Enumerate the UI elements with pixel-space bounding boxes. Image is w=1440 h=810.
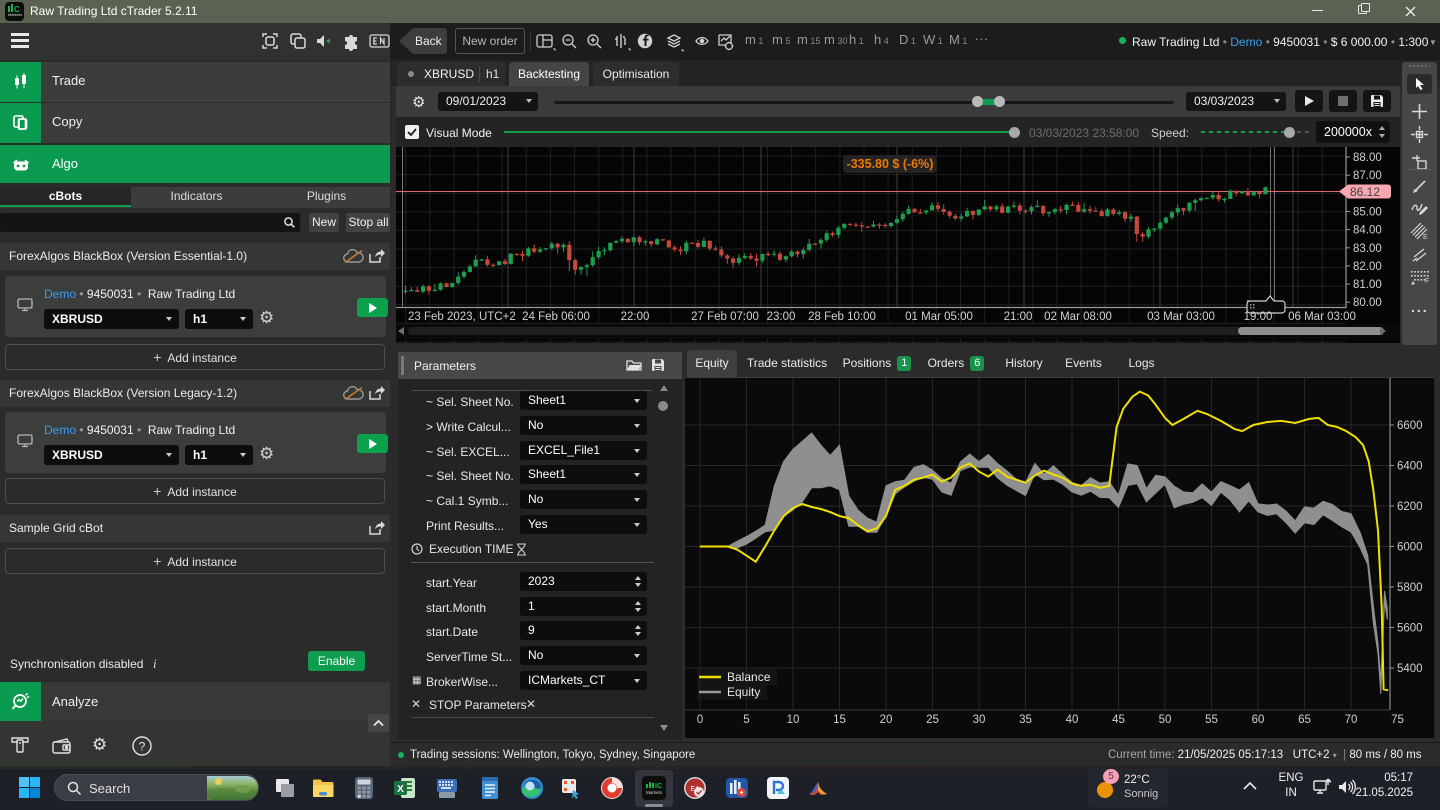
svg-text:30: 30: [973, 714, 986, 726]
svg-text:5600: 5600: [1397, 623, 1423, 635]
svg-text:-335.80 $ (-6%): -335.80 $ (-6%): [847, 157, 934, 171]
svg-text:75: 75: [1391, 714, 1404, 726]
svg-text:50: 50: [1159, 714, 1172, 726]
svg-text:45: 45: [1112, 714, 1125, 726]
svg-text:03 Mar 03:00: 03 Mar 03:00: [1147, 311, 1215, 323]
svg-text:25: 25: [926, 714, 939, 726]
svg-text:19:00: 19:00: [1244, 311, 1273, 323]
svg-text:10: 10: [787, 714, 800, 726]
svg-text:22:00: 22:00: [621, 311, 650, 323]
svg-text:6000: 6000: [1397, 542, 1423, 554]
svg-text:70: 70: [1345, 714, 1358, 726]
svg-text:24 Feb 06:00: 24 Feb 06:00: [522, 311, 590, 323]
svg-text:?: ?: [139, 740, 146, 754]
svg-text:20: 20: [880, 714, 893, 726]
svg-text:85.00: 85.00: [1353, 207, 1382, 219]
svg-text:28 Feb 10:00: 28 Feb 10:00: [808, 311, 876, 323]
svg-text:65: 65: [1298, 714, 1311, 726]
svg-text:82.00: 82.00: [1353, 261, 1382, 273]
svg-text:IC: IC: [655, 783, 662, 790]
svg-text:6600: 6600: [1397, 420, 1423, 432]
svg-text:23:00: 23:00: [767, 311, 796, 323]
svg-text:23 Feb 2023, UTC+2: 23 Feb 2023, UTC+2: [408, 311, 516, 323]
svg-text:40: 40: [1066, 714, 1079, 726]
svg-text:5800: 5800: [1397, 582, 1423, 594]
svg-text:83.00: 83.00: [1353, 243, 1382, 255]
svg-text:Markets: Markets: [646, 790, 663, 795]
svg-text:5: 5: [743, 714, 749, 726]
svg-text:60: 60: [1252, 714, 1265, 726]
svg-text:5400: 5400: [1397, 663, 1423, 675]
svg-text:80.00: 80.00: [1353, 297, 1382, 309]
svg-text:81.00: 81.00: [1353, 279, 1382, 291]
svg-text:01 Mar 05:00: 01 Mar 05:00: [905, 311, 973, 323]
svg-text:Equity: Equity: [727, 685, 760, 699]
svg-text:X: X: [397, 784, 404, 795]
svg-text:0: 0: [697, 714, 703, 726]
svg-text:35: 35: [1019, 714, 1032, 726]
svg-text:E: E: [1423, 234, 1428, 241]
svg-text:55: 55: [1205, 714, 1218, 726]
svg-text:87.00: 87.00: [1353, 170, 1382, 182]
svg-text:6400: 6400: [1397, 461, 1423, 473]
svg-text:Balance: Balance: [727, 670, 771, 684]
svg-text:84.00: 84.00: [1353, 225, 1382, 237]
svg-text:15: 15: [833, 714, 846, 726]
svg-text:21:00: 21:00: [1004, 311, 1033, 323]
svg-text:02 Mar 08:00: 02 Mar 08:00: [1044, 311, 1112, 323]
svg-text:F: F: [1425, 278, 1429, 285]
svg-text:06 Mar 03:00: 06 Mar 03:00: [1288, 311, 1356, 323]
svg-text:88.00: 88.00: [1353, 152, 1382, 164]
svg-text:6200: 6200: [1397, 501, 1423, 513]
svg-text:86.12: 86.12: [1350, 185, 1380, 199]
svg-text:27 Feb 07:00: 27 Feb 07:00: [691, 311, 759, 323]
